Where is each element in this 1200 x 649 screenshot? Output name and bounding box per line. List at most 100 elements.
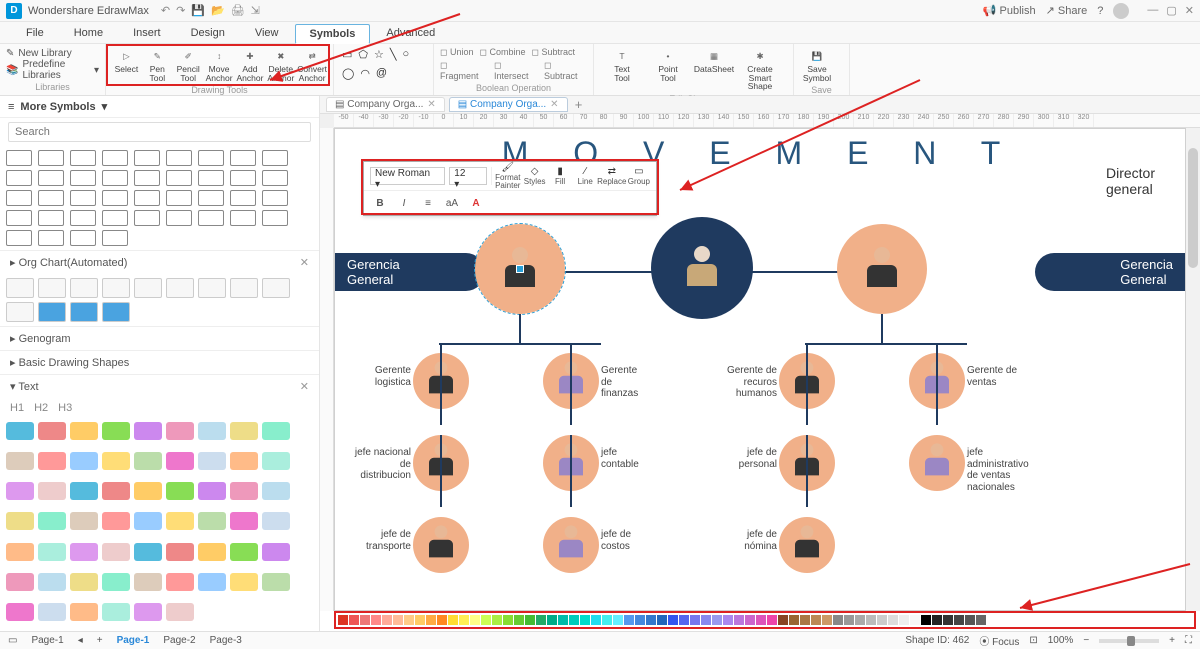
color-swatch[interactable]: [965, 615, 975, 625]
shape-thumb[interactable]: [198, 190, 224, 206]
org-node[interactable]: [543, 517, 599, 573]
fill-button[interactable]: ▮Fill: [550, 165, 571, 187]
text-thumb[interactable]: [262, 482, 290, 500]
org-thumb[interactable]: [230, 278, 258, 298]
text-thumb[interactable]: [262, 512, 290, 530]
text-thumb[interactable]: [262, 573, 290, 591]
color-swatch[interactable]: [932, 615, 942, 625]
text-thumb[interactable]: [70, 603, 98, 621]
node-gerencia-left[interactable]: [475, 224, 565, 314]
text-thumb[interactable]: [198, 543, 226, 561]
text-thumb[interactable]: [6, 573, 34, 591]
color-swatch[interactable]: [734, 615, 744, 625]
shape-thumb[interactable]: [70, 170, 96, 186]
text-thumb[interactable]: [166, 452, 194, 470]
edit-point-tool[interactable]: •Point Tool: [646, 46, 690, 93]
menu-advanced[interactable]: Advanced: [372, 24, 449, 42]
heading-h1[interactable]: H1: [10, 402, 24, 414]
text-thumb[interactable]: [134, 422, 162, 440]
text-thumb[interactable]: [70, 422, 98, 440]
color-swatch[interactable]: [679, 615, 689, 625]
color-swatch[interactable]: [547, 615, 557, 625]
color-swatch[interactable]: [536, 615, 546, 625]
text-thumb[interactable]: [102, 573, 130, 591]
search-input[interactable]: [8, 122, 311, 142]
shape-thumb[interactable]: [134, 150, 160, 166]
color-swatch[interactable]: [591, 615, 601, 625]
save-icon[interactable]: 💾: [191, 4, 205, 17]
text-thumb[interactable]: [38, 422, 66, 440]
line-button[interactable]: ∕Line: [575, 165, 596, 187]
org-thumb[interactable]: [38, 302, 66, 322]
org-thumb[interactable]: [102, 278, 130, 298]
text-thumb[interactable]: [70, 512, 98, 530]
org-thumb[interactable]: [166, 278, 194, 298]
shape-thumb[interactable]: [6, 170, 32, 186]
replace-button[interactable]: ⇄Replace: [600, 165, 624, 187]
page-tab[interactable]: Page-2: [163, 635, 195, 646]
shape-thumb[interactable]: [102, 190, 128, 206]
text-thumb[interactable]: [102, 603, 130, 621]
text-thumb[interactable]: [166, 512, 194, 530]
shape-thumb[interactable]: [262, 190, 288, 206]
tool-move-anchor[interactable]: ↕Move Anchor: [205, 46, 234, 84]
add-tab-button[interactable]: +: [572, 98, 586, 112]
text-thumb[interactable]: [198, 452, 226, 470]
text-thumb[interactable]: [198, 512, 226, 530]
zoom-out-button[interactable]: −: [1083, 635, 1089, 646]
floating-format-toolbar[interactable]: New Roman ▾ 12 ▾ 🖌Format Painter ◇Styles…: [363, 161, 657, 216]
shape-thumb[interactable]: [38, 230, 64, 246]
text-thumb[interactable]: [6, 543, 34, 561]
font-color-button[interactable]: A: [466, 194, 486, 212]
shape-thumb[interactable]: [198, 150, 224, 166]
section-text[interactable]: ▾ Text✕: [0, 374, 319, 398]
text-thumb[interactable]: [38, 573, 66, 591]
text-thumb[interactable]: [166, 603, 194, 621]
color-swatch[interactable]: [349, 615, 359, 625]
org-thumb[interactable]: [70, 278, 98, 298]
shape-spiral-icon[interactable]: @: [376, 67, 387, 80]
shape-thumb[interactable]: [198, 170, 224, 186]
color-swatch[interactable]: [767, 615, 777, 625]
shape-thumb[interactable]: [102, 210, 128, 226]
color-swatch[interactable]: [613, 615, 623, 625]
section-basic-shapes[interactable]: ▸ Basic Drawing Shapes: [0, 350, 319, 374]
shape-thumb[interactable]: [230, 210, 256, 226]
menu-file[interactable]: File: [12, 24, 58, 42]
shape-arc-icon[interactable]: ◠: [360, 67, 370, 80]
text-thumb[interactable]: [70, 482, 98, 500]
shape-thumb[interactable]: [262, 210, 288, 226]
color-swatch[interactable]: [646, 615, 656, 625]
text-thumb[interactable]: [38, 482, 66, 500]
bool-union[interactable]: ◻ Union: [440, 47, 474, 58]
page-tab[interactable]: Page-1: [117, 635, 150, 646]
shape-thumb[interactable]: [230, 170, 256, 186]
color-swatch[interactable]: [866, 615, 876, 625]
text-thumb[interactable]: [198, 422, 226, 440]
org-node[interactable]: [909, 435, 965, 491]
color-swatch[interactable]: [833, 615, 843, 625]
color-swatch[interactable]: [800, 615, 810, 625]
org-thumb[interactable]: [102, 302, 130, 322]
publish-button[interactable]: 📢 Publish: [983, 4, 1036, 17]
text-thumb[interactable]: [70, 543, 98, 561]
styles-button[interactable]: ◇Styles: [524, 165, 546, 187]
color-swatch[interactable]: [987, 615, 997, 625]
color-swatch[interactable]: [514, 615, 524, 625]
shape-thumb[interactable]: [6, 190, 32, 206]
redo-icon[interactable]: ↷: [176, 4, 185, 17]
text-thumb[interactable]: [134, 512, 162, 530]
group-button[interactable]: ▭Group: [628, 165, 650, 187]
org-thumb[interactable]: [6, 278, 34, 298]
text-thumb[interactable]: [230, 512, 258, 530]
node-director-general[interactable]: [651, 217, 753, 319]
shape-thumb[interactable]: [230, 150, 256, 166]
text-thumb[interactable]: [134, 573, 162, 591]
edit-datasheet[interactable]: ▦DataSheet: [692, 46, 736, 93]
undo-icon[interactable]: ↶: [161, 4, 170, 17]
shape-pentagon-icon[interactable]: ⬠: [358, 48, 368, 61]
text-thumb[interactable]: [230, 422, 258, 440]
color-swatch[interactable]: [811, 615, 821, 625]
shape-rect-icon[interactable]: ▭: [342, 48, 352, 61]
text-thumb[interactable]: [6, 512, 34, 530]
